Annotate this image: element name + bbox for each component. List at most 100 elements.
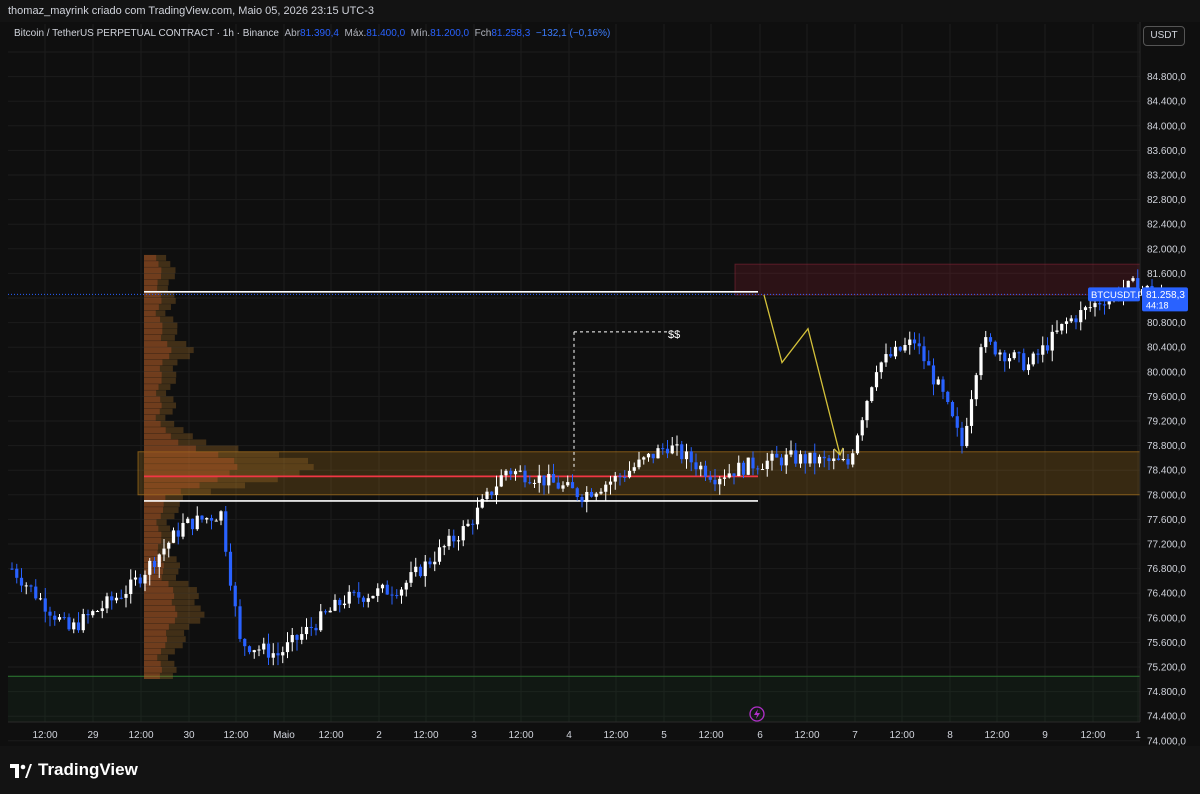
candle-body bbox=[57, 617, 62, 620]
x-tick-label: 4 bbox=[566, 730, 572, 741]
candle-body bbox=[599, 491, 603, 494]
candle-body bbox=[855, 435, 860, 454]
candle-body bbox=[133, 577, 138, 580]
candle-body bbox=[271, 653, 275, 658]
candle-body bbox=[186, 518, 190, 523]
candle-body bbox=[860, 420, 864, 436]
candle-body bbox=[390, 594, 394, 596]
volume-profile-bar-inner bbox=[144, 261, 159, 267]
y-tick-label: 77.600,0 bbox=[1147, 515, 1186, 526]
candle-body bbox=[461, 526, 465, 541]
candle-body bbox=[295, 635, 299, 640]
projection-path[interactable] bbox=[763, 294, 841, 455]
candle-body bbox=[827, 458, 831, 462]
y-tick-label: 80.000,0 bbox=[1147, 367, 1186, 378]
volume-profile-bar-inner bbox=[144, 328, 163, 335]
candle-body bbox=[955, 416, 959, 428]
candle-body bbox=[528, 482, 532, 484]
candle-body bbox=[442, 546, 446, 548]
volume-profile-bar-inner bbox=[144, 611, 178, 618]
x-tick-label: 30 bbox=[183, 730, 195, 741]
candle-body bbox=[708, 476, 712, 480]
volume-profile-bar-inner bbox=[144, 433, 171, 440]
candle-body bbox=[646, 453, 651, 458]
candle-body bbox=[494, 486, 499, 496]
candle-body bbox=[328, 610, 332, 613]
candle-body bbox=[314, 627, 318, 631]
candle-body bbox=[62, 617, 66, 619]
x-tick-label: 12:00 bbox=[698, 730, 723, 741]
candle-body bbox=[319, 611, 323, 631]
candle-body bbox=[228, 551, 233, 586]
candle-body bbox=[651, 453, 655, 459]
candle-body bbox=[43, 598, 47, 612]
footer-bar: TradingView bbox=[0, 746, 1200, 794]
candle-body bbox=[741, 462, 746, 475]
candle-body bbox=[927, 361, 931, 366]
volume-profile-bar-inner bbox=[144, 427, 166, 433]
candle-body bbox=[547, 473, 551, 486]
candle-body bbox=[570, 482, 575, 489]
candle-body bbox=[623, 476, 627, 478]
x-tick-label: 12:00 bbox=[603, 730, 628, 741]
candle-body bbox=[266, 643, 271, 658]
candle-body bbox=[466, 523, 470, 527]
candle-body bbox=[34, 586, 38, 599]
candle-body bbox=[689, 451, 693, 463]
volume-profile-bar-inner bbox=[144, 537, 162, 544]
y-tick-label: 75.600,0 bbox=[1147, 638, 1186, 649]
candle-body bbox=[822, 456, 826, 459]
x-tick-label: 12:00 bbox=[128, 730, 153, 741]
candle-body bbox=[632, 467, 636, 471]
candle-body bbox=[1036, 353, 1040, 355]
candle-body bbox=[480, 498, 484, 508]
supply-zone[interactable] bbox=[734, 263, 1141, 296]
candle-body bbox=[703, 465, 708, 477]
liquidity-marker[interactable] bbox=[573, 331, 668, 471]
candle-body bbox=[969, 399, 974, 426]
x-tick-label: 12:00 bbox=[413, 730, 438, 741]
volume-profile-bar-inner bbox=[144, 507, 164, 513]
volume-profile-bar-inner bbox=[144, 654, 158, 661]
volume-profile-bar-inner bbox=[144, 298, 162, 304]
candle-body bbox=[10, 568, 14, 570]
candle-body bbox=[15, 568, 19, 578]
candle-body bbox=[81, 614, 85, 631]
candle-body bbox=[252, 650, 256, 653]
candle-body bbox=[594, 493, 598, 497]
volume-profile-bar-inner bbox=[144, 500, 164, 507]
candle-body bbox=[874, 372, 879, 388]
candle-body bbox=[1007, 358, 1012, 362]
tradingview-logo[interactable]: TradingView bbox=[10, 760, 138, 780]
candle-body bbox=[129, 579, 133, 595]
candle-body bbox=[399, 589, 404, 596]
volume-profile-bar-inner bbox=[144, 531, 162, 538]
candle-body bbox=[72, 622, 76, 630]
candle-body bbox=[699, 465, 703, 470]
candle-body bbox=[1055, 330, 1059, 332]
candle-body bbox=[765, 460, 769, 470]
symbol-name[interactable]: Bitcoin / TetherUS PERPETUAL CONTRACT · … bbox=[14, 28, 279, 39]
y-tick-label: 77.200,0 bbox=[1147, 540, 1186, 551]
close-value: 81.258,3 bbox=[491, 28, 531, 39]
candle-body bbox=[580, 497, 584, 502]
candle-body bbox=[181, 522, 185, 537]
candle-body bbox=[746, 457, 750, 475]
low-label: Mín. bbox=[410, 28, 431, 39]
x-tick-label: 5 bbox=[661, 730, 667, 741]
candle-body bbox=[1017, 352, 1021, 354]
currency-button[interactable]: USDT bbox=[1143, 26, 1185, 46]
price-chart[interactable]: $$ 84.800,0 84.400,0 84.000,0 83.600,0 83.200… bbox=[0, 0, 1200, 746]
candle-body bbox=[642, 457, 646, 460]
candle-body bbox=[380, 584, 385, 589]
candle-body bbox=[713, 479, 717, 485]
open-label: Abr bbox=[284, 28, 301, 39]
candle-body bbox=[661, 448, 665, 450]
candle-body bbox=[452, 535, 456, 542]
volume-profile-bar-inner bbox=[144, 568, 163, 575]
candle-body bbox=[979, 347, 983, 376]
x-tick-label: 12:00 bbox=[984, 730, 1009, 741]
candle-body bbox=[376, 588, 380, 596]
candle-body bbox=[309, 626, 313, 628]
candle-body bbox=[499, 475, 503, 487]
